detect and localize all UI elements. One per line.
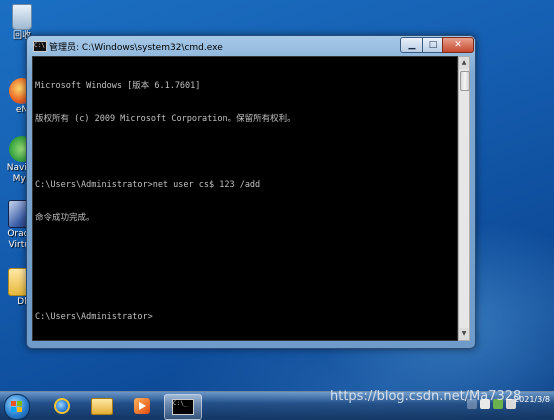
vertical-scrollbar[interactable]: ▲ ▼ xyxy=(458,56,470,341)
console-line: 版权所有 (c) 2009 Microsoft Corporation。保留所有… xyxy=(35,114,296,124)
console-output[interactable]: Microsoft Windows [版本 6.1.7601] 版权所有 (c)… xyxy=(32,56,458,341)
console-prompt: C:\Users\Administrator> xyxy=(35,312,153,322)
cmd-window[interactable]: C:\ 管理员: C:\Windows\system32\cmd.exe ▁ □… xyxy=(26,35,476,349)
scroll-down-icon[interactable]: ▼ xyxy=(459,328,469,340)
watermark-text: https://blog.csdn.net/Ma7328 xyxy=(330,389,522,404)
taskbar-media-player-button[interactable] xyxy=(124,394,160,418)
console-line: 命令成功完成。 xyxy=(35,213,95,223)
console-line: C:\Users\Administrator>net user cs$ 123 … xyxy=(35,180,261,190)
minimize-button[interactable]: ▁ xyxy=(400,37,424,53)
maximize-icon: □ xyxy=(428,40,438,50)
close-button[interactable]: ✕ xyxy=(442,37,474,53)
start-button[interactable] xyxy=(4,394,30,420)
scrollbar-thumb[interactable] xyxy=(460,71,470,91)
taskbar-cmd-button[interactable]: C:\_ xyxy=(164,394,202,420)
taskbar-ie-button[interactable] xyxy=(44,394,80,418)
windows-logo-icon xyxy=(11,401,23,413)
console-line: Microsoft Windows [版本 6.1.7601] xyxy=(35,81,201,91)
explorer-icon xyxy=(91,397,113,415)
cmd-icon: C:\_ xyxy=(172,399,194,415)
ie-icon xyxy=(54,398,70,414)
maximize-button[interactable]: □ xyxy=(422,37,444,53)
cmd-icon: C:\ xyxy=(33,41,47,52)
recycle-bin-icon xyxy=(12,4,32,30)
window-titlebar[interactable]: C:\ 管理员: C:\Windows\system32\cmd.exe ▁ □… xyxy=(27,36,475,56)
minimize-icon: ▁ xyxy=(408,40,416,50)
window-title: 管理员: C:\Windows\system32\cmd.exe xyxy=(49,43,223,53)
taskbar-explorer-button[interactable] xyxy=(84,394,120,418)
close-icon: ✕ xyxy=(454,40,462,50)
media-player-icon xyxy=(134,398,150,414)
scroll-up-icon[interactable]: ▲ xyxy=(459,57,469,69)
